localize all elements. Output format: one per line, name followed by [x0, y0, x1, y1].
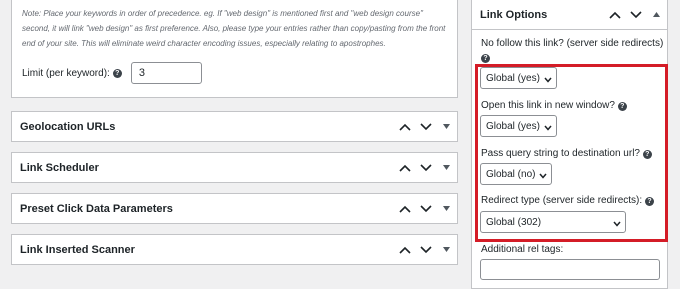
help-icon[interactable]: ?: [481, 54, 490, 63]
redirect-type-label: Redirect type (server side redirects): ?: [481, 195, 654, 207]
chevron-up-icon[interactable]: [604, 0, 625, 29]
chevron-up-icon[interactable]: [394, 112, 415, 141]
chevron-down-icon[interactable]: [625, 0, 646, 29]
chevron-down-icon: [613, 219, 621, 230]
help-icon[interactable]: ?: [617, 102, 627, 111]
box-controls: [394, 194, 457, 223]
pass-query-label: Pass query string to destination url? ?: [481, 148, 652, 160]
help-icon[interactable]: ?: [644, 197, 654, 206]
new-window-label: Open this link in new window? ?: [481, 100, 627, 112]
new-window-select[interactable]: Global (yes): [480, 115, 557, 137]
box-controls: [394, 153, 457, 182]
toggle-arrow-icon[interactable]: [436, 235, 457, 264]
chevron-down-icon: [544, 123, 552, 134]
chevron-down-icon[interactable]: [415, 112, 436, 141]
new-window-label-text: Open this link in new window?: [481, 100, 615, 111]
chevron-down-icon: [544, 75, 552, 86]
left-column: Note: Place your keywords in order of pr…: [11, 0, 458, 98]
keyword-note: Note: Place your keywords in order of pr…: [22, 9, 446, 48]
geolocation-urls-box[interactable]: Geolocation URLs: [11, 111, 458, 142]
box-controls: [394, 112, 457, 141]
limit-input[interactable]: 3: [130, 62, 202, 84]
toggle-arrow-icon[interactable]: [436, 112, 457, 141]
pass-query-select[interactable]: Global (no): [480, 163, 552, 185]
box-controls: [604, 0, 667, 29]
redirect-type-select[interactable]: Global (302): [480, 211, 626, 233]
nofollow-label: No follow this link? (server side redire…: [481, 38, 664, 49]
pass-query-label-text: Pass query string to destination url?: [481, 148, 640, 159]
help-icon[interactable]: ?: [112, 68, 122, 78]
link-options-title: Link Options: [480, 8, 548, 21]
box-title: Preset Click Data Parameters: [20, 202, 173, 215]
chevron-down-icon[interactable]: [415, 153, 436, 182]
chevron-down-icon[interactable]: [415, 235, 436, 264]
chevron-down-icon: [539, 171, 547, 182]
rel-tags-label: Additional rel tags:: [481, 244, 564, 255]
preset-click-data-box[interactable]: Preset Click Data Parameters: [11, 193, 458, 224]
limit-row: Limit (per keyword): ? 3: [22, 62, 447, 84]
box-controls: [394, 235, 457, 264]
box-title: Geolocation URLs: [20, 120, 116, 133]
link-inserted-scanner-box[interactable]: Link Inserted Scanner: [11, 234, 458, 265]
toggle-arrow-icon[interactable]: [436, 194, 457, 223]
nofollow-select[interactable]: Global (yes): [480, 67, 557, 89]
limit-label: Limit (per keyword):: [22, 67, 110, 79]
chevron-down-icon[interactable]: [415, 194, 436, 223]
help-icon[interactable]: ?: [642, 150, 652, 159]
keyword-settings-panel: Note: Place your keywords in order of pr…: [11, 0, 458, 98]
collapse-arrow-icon[interactable]: [646, 0, 667, 29]
chevron-up-icon[interactable]: [394, 153, 415, 182]
rel-tags-input[interactable]: [480, 259, 660, 280]
pass-query-value: Global (no): [486, 168, 536, 180]
redirect-type-value: Global (302): [486, 216, 542, 228]
redirect-type-label-text: Redirect type (server side redirects):: [481, 195, 643, 206]
link-scheduler-box[interactable]: Link Scheduler: [11, 152, 458, 183]
nofollow-value: Global (yes): [486, 72, 540, 84]
box-title: Link Scheduler: [20, 161, 99, 174]
link-options-header[interactable]: Link Options: [472, 0, 667, 30]
chevron-up-icon[interactable]: [394, 235, 415, 264]
new-window-value: Global (yes): [486, 120, 540, 132]
chevron-up-icon[interactable]: [394, 194, 415, 223]
toggle-arrow-icon[interactable]: [436, 153, 457, 182]
box-title: Link Inserted Scanner: [20, 243, 135, 256]
